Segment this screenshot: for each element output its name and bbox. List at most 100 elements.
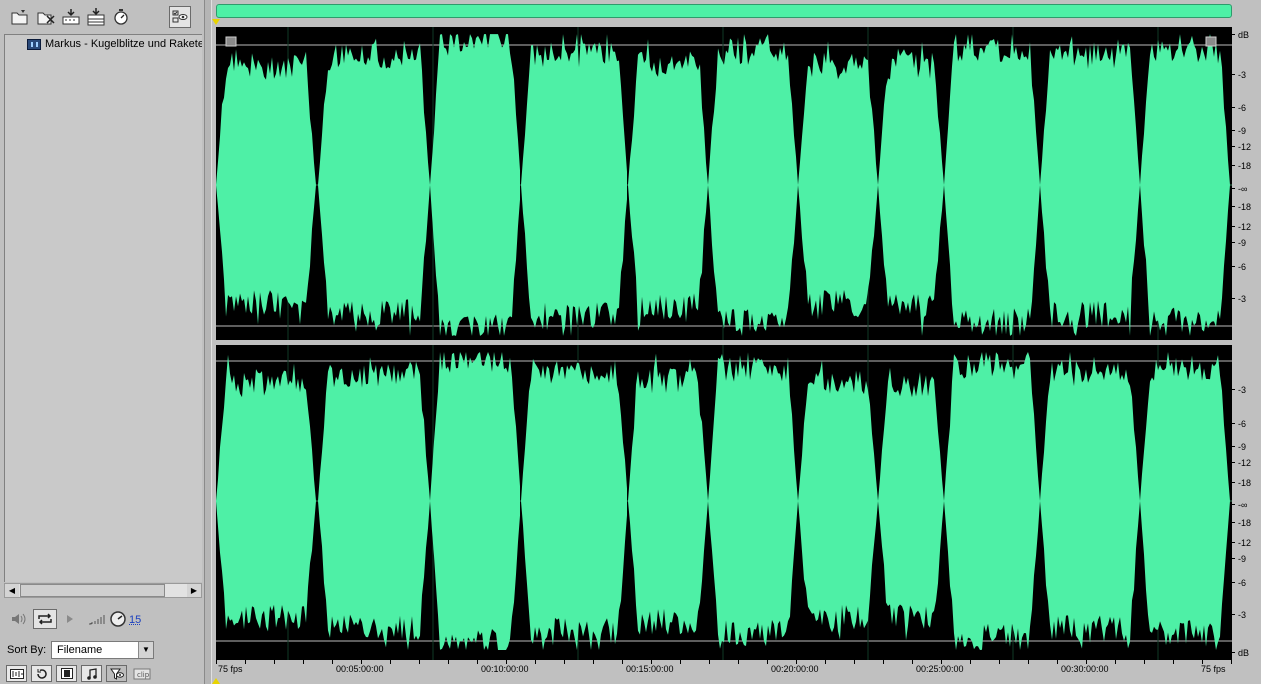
time-tick: [274, 660, 275, 664]
waveform-segment: [708, 34, 798, 336]
insert-into-multitrack-icon[interactable]: [85, 6, 107, 28]
time-tick: [941, 660, 942, 664]
time-tick: [303, 660, 304, 664]
time-tick: [361, 660, 362, 664]
chevron-down-icon[interactable]: ▼: [138, 642, 153, 658]
time-tick: [709, 660, 710, 664]
db-label: dB: [1231, 648, 1250, 658]
time-tick: [854, 660, 855, 664]
show-audio-files-icon[interactable]: [6, 665, 27, 682]
db-label: -12: [1231, 142, 1252, 152]
db-label: -18: [1231, 202, 1252, 212]
import-icon[interactable]: [60, 6, 82, 28]
play-icon[interactable]: [63, 609, 77, 629]
time-tick: [680, 660, 681, 664]
preview-count[interactable]: 15: [129, 614, 141, 626]
waveform-segment: [708, 352, 798, 649]
time-ruler[interactable]: 75 fps 00:05:00:00 00:10:00:00 00:15:00:00 0…: [216, 660, 1232, 678]
waveform-segment: [878, 42, 944, 336]
show-options-icon[interactable]: [169, 6, 191, 28]
horizontal-scrollbar[interactable]: ◀ ▶: [4, 583, 202, 598]
files-toolbar: [0, 0, 204, 32]
waveform-segment: [878, 367, 944, 641]
show-all-files-icon[interactable]: [106, 665, 127, 682]
db-label: -18: [1231, 161, 1252, 171]
time-label: 75 fps: [218, 664, 243, 674]
loop-button[interactable]: [33, 609, 57, 629]
time-tick: [738, 660, 739, 664]
list-item[interactable]: Markus - Kugelblitze und Rakete: [27, 38, 202, 50]
time-tick: [999, 660, 1000, 664]
show-video-icon[interactable]: [56, 665, 77, 682]
time-label: 00:15:00:00: [626, 664, 674, 674]
db-label: -9: [1231, 442, 1247, 452]
waveform-segment: [944, 34, 1040, 336]
show-loops-icon[interactable]: [31, 665, 52, 682]
db-label: -18: [1231, 518, 1252, 528]
playhead-bottom-marker[interactable]: [212, 678, 220, 684]
time-tick: [1173, 660, 1174, 664]
waveform-display[interactable]: [216, 27, 1232, 660]
db-label: -6: [1231, 578, 1247, 588]
waveform-segment: [318, 38, 430, 336]
playhead-top-marker[interactable]: [212, 19, 220, 25]
fade-handle: [1205, 36, 1217, 47]
waveform-segment: [798, 360, 878, 640]
db-label: -18: [1231, 478, 1252, 488]
scroll-right-button[interactable]: ▶: [187, 584, 201, 597]
open-file-icon[interactable]: [9, 6, 31, 28]
time-tick: [535, 660, 536, 664]
db-label: -∞: [1231, 184, 1248, 194]
scroll-left-button[interactable]: ◀: [5, 584, 19, 597]
time-tick: [448, 660, 449, 664]
waveform-segment: [521, 34, 627, 336]
channel-separator: [216, 340, 1232, 345]
waveform-segment: [944, 352, 1040, 650]
time-label: 00:05:00:00: [336, 664, 384, 674]
waveform-segment: [318, 357, 430, 650]
waveform-segment: [1040, 36, 1140, 336]
time-tick: [883, 660, 884, 664]
files-panel: Markus - Kugelblitze und Rakete ◀ ▶ 15 S…: [0, 0, 204, 684]
sort-by-value: Filename: [57, 644, 103, 656]
waveform-canvas[interactable]: [216, 27, 1232, 660]
time-tick: [1115, 660, 1116, 664]
time-tick: [593, 660, 594, 664]
time-tick: [245, 660, 246, 664]
preview-transport: 15: [0, 605, 204, 633]
db-label: -12: [1231, 458, 1252, 468]
autoplay-icon[interactable]: [110, 6, 132, 28]
close-file-icon[interactable]: [35, 6, 57, 28]
sort-by-select[interactable]: Filename ▼: [51, 641, 154, 659]
time-tick: [1028, 660, 1029, 664]
time-label: 00:25:00:00: [916, 664, 964, 674]
waveform-segment: [1040, 352, 1140, 649]
db-label: -12: [1231, 222, 1252, 232]
db-label: dB: [1231, 30, 1250, 40]
volume-icon[interactable]: [9, 609, 29, 629]
db-label: -9: [1231, 238, 1247, 248]
time-tick: [506, 660, 507, 664]
db-label: -9: [1231, 554, 1247, 564]
db-label: -∞: [1231, 500, 1248, 510]
db-ruler: dB -3 -6 -9 -12 -18 -∞ -18 -12 -9 -6 -3 -3 -6 -9 -12 -18…: [1231, 27, 1261, 660]
time-tick: [1057, 660, 1058, 664]
time-tick: [651, 660, 652, 664]
waveform-segment: [521, 359, 627, 650]
waveform-segment: [216, 354, 316, 632]
time-tick: [564, 660, 565, 664]
scroll-thumb[interactable]: [20, 584, 165, 597]
overview-bar[interactable]: [216, 4, 1232, 18]
clock-icon[interactable]: [108, 609, 128, 629]
waveform-segment: [430, 352, 520, 650]
clip-icon[interactable]: clip: [131, 665, 152, 682]
time-tick: [767, 660, 768, 664]
db-label: -3: [1231, 610, 1247, 620]
file-list[interactable]: Markus - Kugelblitze und Rakete: [4, 34, 202, 582]
file-name: Markus - Kugelblitze und Rakete: [45, 38, 202, 50]
waveform-file-icon: [27, 38, 41, 50]
time-tick: [1086, 660, 1087, 664]
show-midi-icon[interactable]: [81, 665, 102, 682]
time-tick: [419, 660, 420, 664]
panel-splitter[interactable]: [204, 0, 212, 684]
